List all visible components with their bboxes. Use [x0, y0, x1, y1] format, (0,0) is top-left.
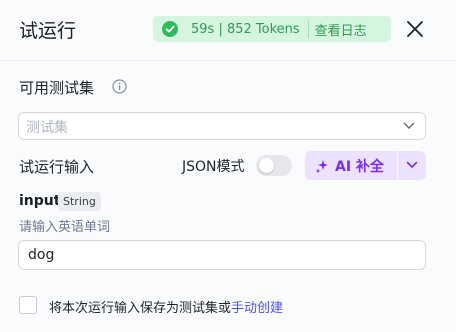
ai-complete-button[interactable]: AI 补全 [305, 151, 397, 180]
status-divider [307, 20, 309, 38]
run-input-label: 试运行输入 [19, 158, 95, 176]
run-status-badge: 59s | 852 Tokens 查看日志 [153, 16, 391, 42]
test-set-placeholder: 测试集 [26, 120, 68, 136]
field-name: input [19, 193, 61, 209]
field-hint: 请输入英语单词 [19, 220, 111, 235]
toggle-knob [259, 158, 274, 173]
close-icon [407, 21, 423, 37]
ai-options-dropdown[interactable] [398, 151, 426, 180]
ai-complete-label: AI 补全 [335, 158, 384, 175]
info-icon[interactable] [112, 79, 127, 94]
save-as-test-set-checkbox[interactable] [19, 296, 37, 314]
chevron-down-icon [406, 161, 418, 168]
save-as-test-set-text: 将本次运行输入保存为测试集或 [49, 301, 232, 316]
json-mode-label: JSON模式 [182, 159, 245, 175]
panel-title: 试运行 [19, 20, 77, 42]
sparkle-icon [315, 159, 328, 173]
json-mode-toggle[interactable] [256, 155, 292, 176]
test-set-label: 可用测试集 [19, 79, 95, 97]
chevron-down-icon [403, 122, 415, 129]
field-type-badge: String [58, 192, 101, 211]
save-as-test-set-label: 将本次运行输入保存为测试集或手动创建 [49, 297, 283, 316]
run-status-text: 59s | 852 Tokens [191, 21, 300, 37]
test-set-select[interactable]: 测试集 [18, 112, 426, 140]
close-button[interactable] [406, 20, 424, 38]
ai-complete-group: AI 补全 [305, 151, 426, 180]
test-run-panel: 试运行 59s | 852 Tokens 查看日志 可用测试集 测试集 试运行输… [0, 0, 456, 332]
check-circle-icon [162, 21, 178, 37]
header-divider [0, 60, 456, 61]
manual-create-link[interactable]: 手动创建 [231, 301, 283, 316]
input-field[interactable] [18, 240, 426, 270]
view-log-link[interactable]: 查看日志 [315, 20, 367, 39]
